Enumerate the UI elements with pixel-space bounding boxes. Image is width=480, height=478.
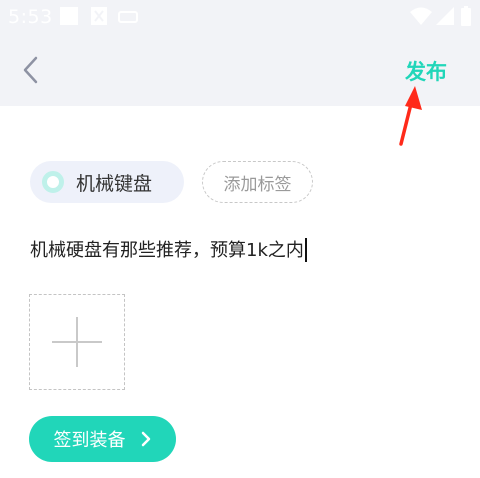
text-cursor bbox=[304, 237, 307, 262]
status-bar: 5:53 bbox=[0, 0, 480, 34]
plus-icon-vertical bbox=[76, 317, 78, 367]
red-arrow-icon bbox=[399, 86, 422, 146]
battery-icon bbox=[461, 6, 471, 26]
wifi-icon bbox=[410, 7, 432, 25]
notification-x-icon bbox=[91, 7, 107, 25]
selected-tag-chip[interactable]: 机械键盘 bbox=[30, 161, 184, 203]
post-text-content: 机械硬盘有那些推荐，预算1k之内 bbox=[30, 240, 304, 261]
status-time: 5:53 bbox=[8, 6, 53, 28]
signal-icon bbox=[436, 7, 454, 25]
cast-icon bbox=[118, 11, 138, 23]
sign-in-equipment-label: 签到装备 bbox=[53, 430, 126, 451]
selected-tag-label: 机械键盘 bbox=[76, 172, 153, 195]
chevron-left-icon bbox=[23, 56, 38, 84]
back-button[interactable] bbox=[14, 50, 46, 90]
add-tag-button[interactable]: 添加标签 bbox=[202, 161, 313, 203]
tag-circle-icon bbox=[42, 171, 64, 193]
sign-in-equipment-button[interactable]: 签到装备 bbox=[29, 416, 176, 462]
notification-square-icon bbox=[60, 7, 78, 25]
post-text-input[interactable]: 机械硬盘有那些推荐，预算1k之内 bbox=[30, 236, 450, 262]
chevron-right-icon bbox=[141, 431, 150, 447]
add-image-button[interactable] bbox=[29, 294, 125, 390]
